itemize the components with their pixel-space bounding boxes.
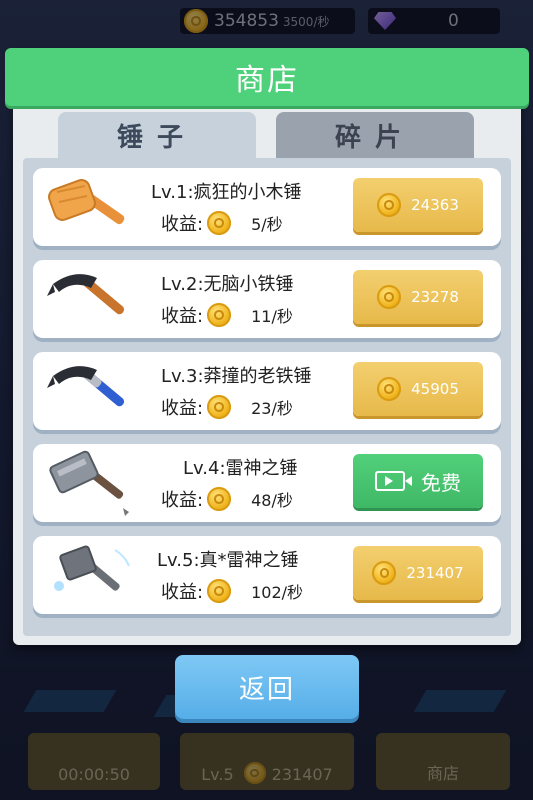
war-hammer-icon <box>49 450 129 516</box>
price: 231407 <box>406 564 464 582</box>
income-value: 48/秒 <box>251 491 293 510</box>
list-item: Lv.2:无脑小铁锤 收益: 11/秒 23278 <box>33 260 501 338</box>
price: 45905 <box>411 380 459 398</box>
income-value: 11/秒 <box>251 307 293 326</box>
claw-hammer-icon <box>47 274 125 315</box>
income-row: 收益: 102/秒 <box>161 578 303 604</box>
income-value: 5/秒 <box>251 215 283 234</box>
buy-button[interactable]: 231407 <box>353 546 483 600</box>
wooden-mallet-icon <box>48 179 125 225</box>
coin-icon <box>207 303 232 327</box>
income-label: 收益: <box>161 490 204 511</box>
income-value: 102/秒 <box>251 583 304 602</box>
list-item: Lv.4:雷神之锤 收益: 48/秒 免费 <box>33 444 501 522</box>
coin-icon <box>377 285 402 309</box>
income-label: 收益: <box>161 306 204 327</box>
list-item: Lv.1:疯狂的小木锤 收益: 5/秒 24363 <box>33 168 501 246</box>
video-icon <box>375 471 412 491</box>
item-title: Lv.2:无脑小铁锤 <box>161 274 294 295</box>
free-video-button[interactable]: 免费 <box>353 454 483 508</box>
modal-header: 商店 <box>5 48 529 106</box>
buy-button[interactable]: 23278 <box>353 270 483 324</box>
item-title: Lv.3:莽撞的老铁锤 <box>161 366 312 387</box>
price: 24363 <box>411 196 459 214</box>
coin-icon <box>377 193 402 217</box>
income-row: 收益: 11/秒 <box>161 302 293 328</box>
shop-modal: 商店 锤子 碎片 Lv.1:疯狂的小木锤 收益: 5/秒 24363 Lv.2:… <box>5 48 529 645</box>
item-title: Lv.5:真*雷神之锤 <box>157 550 299 571</box>
hammer-list: Lv.1:疯狂的小木锤 收益: 5/秒 24363 Lv.2:无脑小铁锤 收益: <box>23 158 511 636</box>
tab-hammers[interactable]: 锤子 <box>58 112 256 158</box>
return-label: 返回 <box>238 674 295 705</box>
tab-fragments-label: 碎片 <box>334 122 415 153</box>
return-button[interactable]: 返回 <box>175 655 359 719</box>
income-label: 收益: <box>161 214 204 235</box>
coin-icon <box>207 211 232 235</box>
income-value: 23/秒 <box>251 399 293 418</box>
income-row: 收益: 23/秒 <box>161 394 293 420</box>
coin-icon <box>377 377 402 401</box>
coin-icon <box>207 487 232 511</box>
free-label: 免费 <box>421 470 461 495</box>
price: 23278 <box>411 288 459 306</box>
claw-hammer-blue-icon <box>47 366 125 407</box>
tab-fragments[interactable]: 碎片 <box>276 112 474 158</box>
list-item: Lv.3:莽撞的老铁锤 收益: 23/秒 45905 <box>33 352 501 430</box>
income-label: 收益: <box>161 582 204 603</box>
item-title: Lv.4:雷神之锤 <box>183 458 298 479</box>
coin-icon <box>372 561 397 585</box>
income-row: 收益: 48/秒 <box>161 486 293 512</box>
buy-button[interactable]: 45905 <box>353 362 483 416</box>
list-item: Lv.5:真*雷神之锤 收益: 102/秒 231407 <box>33 536 501 614</box>
thor-hammer-icon <box>54 545 130 591</box>
coin-icon <box>207 395 232 419</box>
modal-title: 商店 <box>235 63 299 98</box>
tab-hammers-label: 锤子 <box>116 122 197 153</box>
buy-button[interactable]: 24363 <box>353 178 483 232</box>
income-row: 收益: 5/秒 <box>161 210 283 236</box>
coin-icon <box>207 579 232 603</box>
item-title: Lv.1:疯狂的小木锤 <box>151 182 302 203</box>
income-label: 收益: <box>161 398 204 419</box>
